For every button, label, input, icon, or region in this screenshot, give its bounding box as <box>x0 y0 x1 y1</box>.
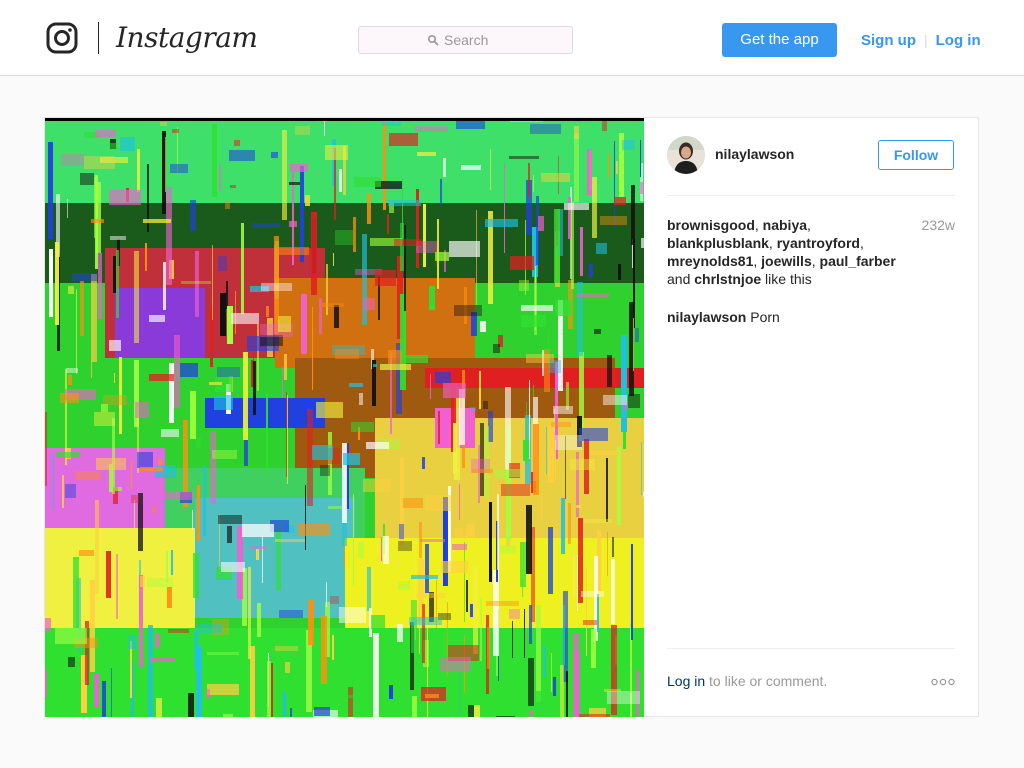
login-prompt: Log in to like or comment. <box>667 673 827 689</box>
post-details-panel: nilaylawson Follow brownisgood, nabiya, … <box>667 118 955 716</box>
footer-log-in-link[interactable]: Log in <box>667 673 705 689</box>
liker-link[interactable]: nabiya <box>763 217 807 233</box>
get-the-app-button[interactable]: Get the app <box>722 23 837 57</box>
liker-link[interactable]: blankplusblank <box>667 235 769 251</box>
search-box[interactable] <box>358 26 573 54</box>
likes-and-text: and <box>667 271 691 287</box>
auth-links: Sign up | Log in <box>861 28 981 52</box>
likes-suffix-text: like this <box>765 271 812 287</box>
post-caption: nilaylawson Porn <box>667 308 780 326</box>
post-footer: Log in to like or comment. <box>667 648 955 717</box>
liker-link[interactable]: brownisgood <box>667 217 755 233</box>
post-header: nilaylawson Follow <box>667 135 955 196</box>
liker-link[interactable]: joewills <box>761 253 812 269</box>
caption-text: Porn <box>750 309 780 325</box>
liker-link[interactable]: paul_farber <box>820 253 896 269</box>
login-prompt-text: to like or comment. <box>709 673 828 689</box>
post-age[interactable]: 232w <box>922 216 955 234</box>
top-navigation: Instagram Get the app Sign up | Log in <box>0 0 1024 76</box>
auth-separator: | <box>924 32 928 48</box>
post-author-username[interactable]: nilaylawson <box>715 146 794 162</box>
sign-up-link[interactable]: Sign up <box>861 32 916 49</box>
log-in-link[interactable]: Log in <box>936 32 981 49</box>
logo-divider <box>98 22 99 54</box>
search-icon <box>427 34 439 46</box>
caption-username[interactable]: nilaylawson <box>667 309 746 325</box>
instagram-wordmark[interactable]: Instagram <box>116 18 258 58</box>
post-card: nilaylawson Follow brownisgood, nabiya, … <box>44 117 979 717</box>
likers-list: brownisgood, nabiya, blankplusblank, rya… <box>667 217 896 269</box>
follow-button[interactable]: Follow <box>878 140 954 170</box>
liker-link[interactable]: ryantroyford <box>777 235 860 251</box>
glitch-artwork <box>45 118 644 717</box>
liker-link[interactable]: chrlstnjoe <box>694 271 761 287</box>
instagram-camera-icon[interactable] <box>46 22 78 54</box>
liker-link[interactable]: mreynolds81 <box>667 253 753 269</box>
likes-summary: brownisgood, nabiya, blankplusblank, rya… <box>667 216 907 288</box>
search-input[interactable] <box>444 30 504 50</box>
avatar[interactable] <box>667 136 705 174</box>
post-photo[interactable] <box>45 118 644 717</box>
more-options-icon[interactable] <box>931 675 955 689</box>
